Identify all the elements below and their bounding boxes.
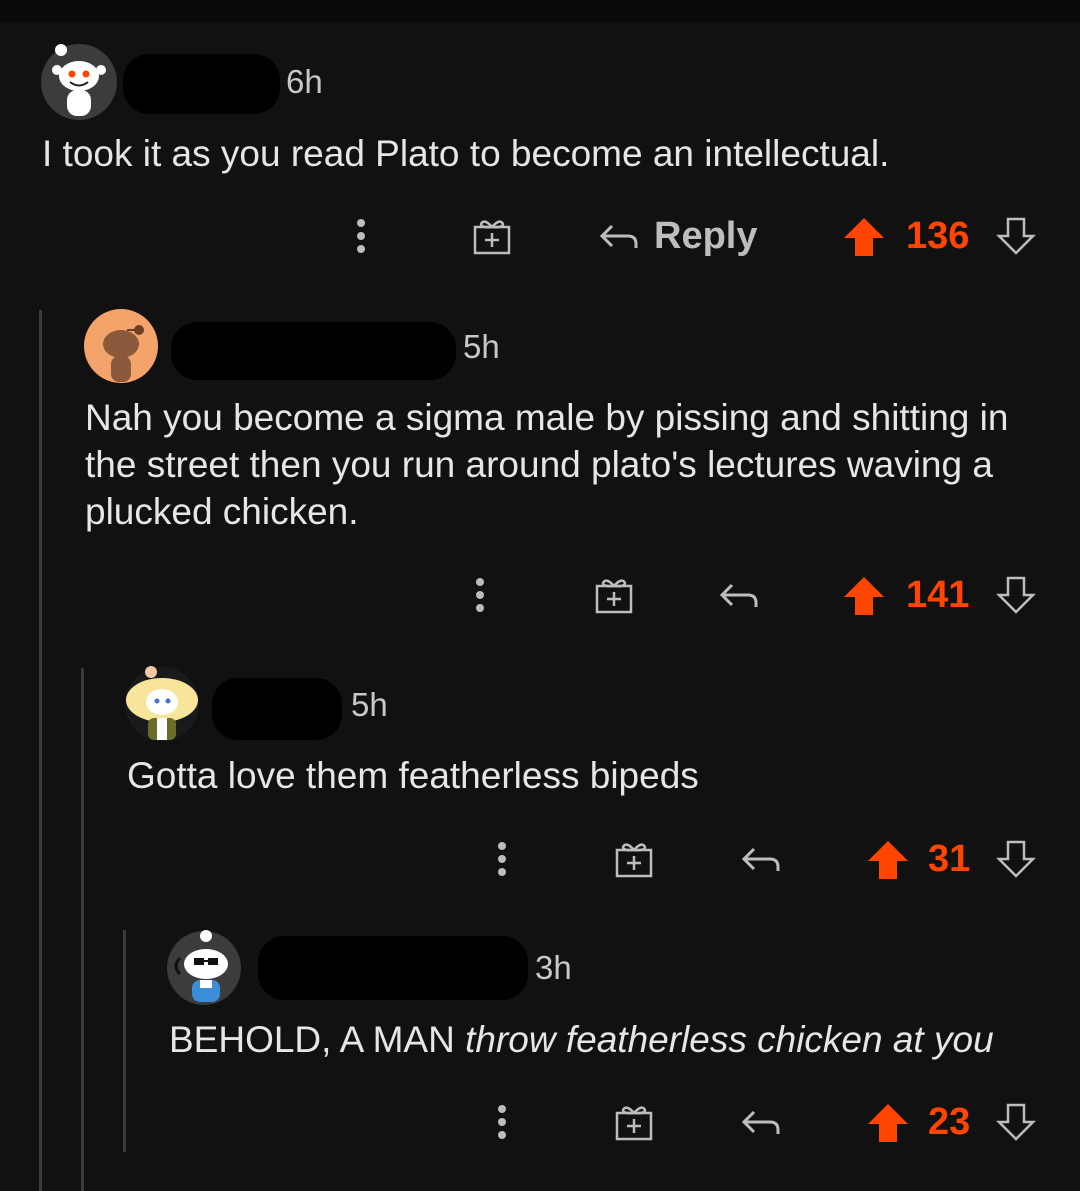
redacted-username <box>123 54 280 114</box>
more-options-icon[interactable] <box>476 565 496 625</box>
award-gift-icon[interactable] <box>614 1092 654 1152</box>
upvote-arrow-icon[interactable] <box>866 1092 910 1152</box>
comment-timestamp: 5h <box>351 686 388 723</box>
status-bar <box>0 0 1080 22</box>
snoo-blonde-avatar-icon[interactable] <box>124 666 200 742</box>
upvote-arrow-icon[interactable] <box>842 565 886 625</box>
reply-arrow-icon[interactable] <box>740 829 782 889</box>
thread-line-level-1[interactable] <box>39 310 42 1191</box>
downvote-arrow-icon[interactable] <box>996 829 1036 889</box>
comment-body: BEHOLD, A MAN throw featherless chicken … <box>169 1016 1064 1063</box>
downvote-arrow-icon[interactable] <box>996 206 1036 266</box>
vote-score: 141 <box>906 573 970 616</box>
comment-body-plain: BEHOLD, A MAN <box>169 1019 455 1060</box>
award-gift-icon[interactable] <box>472 206 512 266</box>
redacted-username <box>258 936 528 1000</box>
award-gift-icon[interactable] <box>594 565 634 625</box>
comment-timestamp: 3h <box>535 949 572 986</box>
vote-score: 23 <box>928 1100 971 1143</box>
snoo-default-avatar-icon[interactable] <box>41 44 117 120</box>
reply-arrow-icon <box>599 224 638 248</box>
snoo-orange-avatar-icon[interactable] <box>83 308 159 384</box>
comment-body: Gotta love them featherless bipeds <box>127 755 699 796</box>
comment-actions: 141 <box>0 565 1080 625</box>
vote-score: 31 <box>928 837 971 880</box>
more-options-icon[interactable] <box>498 1092 518 1152</box>
reply-arrow-icon[interactable] <box>740 1092 782 1152</box>
downvote-arrow-icon[interactable] <box>996 1092 1036 1152</box>
reply-label: Reply <box>654 214 758 257</box>
snoo-sunglasses-avatar-icon[interactable] <box>166 930 242 1006</box>
comment-body-italic: throw featherless chicken at you <box>465 1019 994 1060</box>
upvote-arrow-icon[interactable] <box>866 829 910 889</box>
comment-timestamp: 6h <box>286 63 323 100</box>
reply-arrow-icon[interactable] <box>718 565 760 625</box>
downvote-arrow-icon[interactable] <box>996 565 1036 625</box>
more-options-icon[interactable] <box>357 206 377 266</box>
comment-body: I took it as you read Plato to become an… <box>42 133 890 174</box>
comment-actions: 23 <box>0 1092 1080 1152</box>
upvote-arrow-icon[interactable] <box>842 206 886 266</box>
more-options-icon[interactable] <box>498 829 518 889</box>
redacted-username <box>212 678 342 740</box>
reply-button[interactable]: Reply <box>598 206 757 266</box>
comment-body: Nah you become a sigma male by pissing a… <box>85 397 1009 532</box>
award-gift-icon[interactable] <box>614 829 654 889</box>
comment-actions: Reply 136 <box>0 206 1080 266</box>
redacted-username <box>171 322 456 380</box>
comment-timestamp: 5h <box>463 328 500 365</box>
vote-score: 136 <box>906 214 970 257</box>
comment-actions: 31 <box>0 829 1080 889</box>
